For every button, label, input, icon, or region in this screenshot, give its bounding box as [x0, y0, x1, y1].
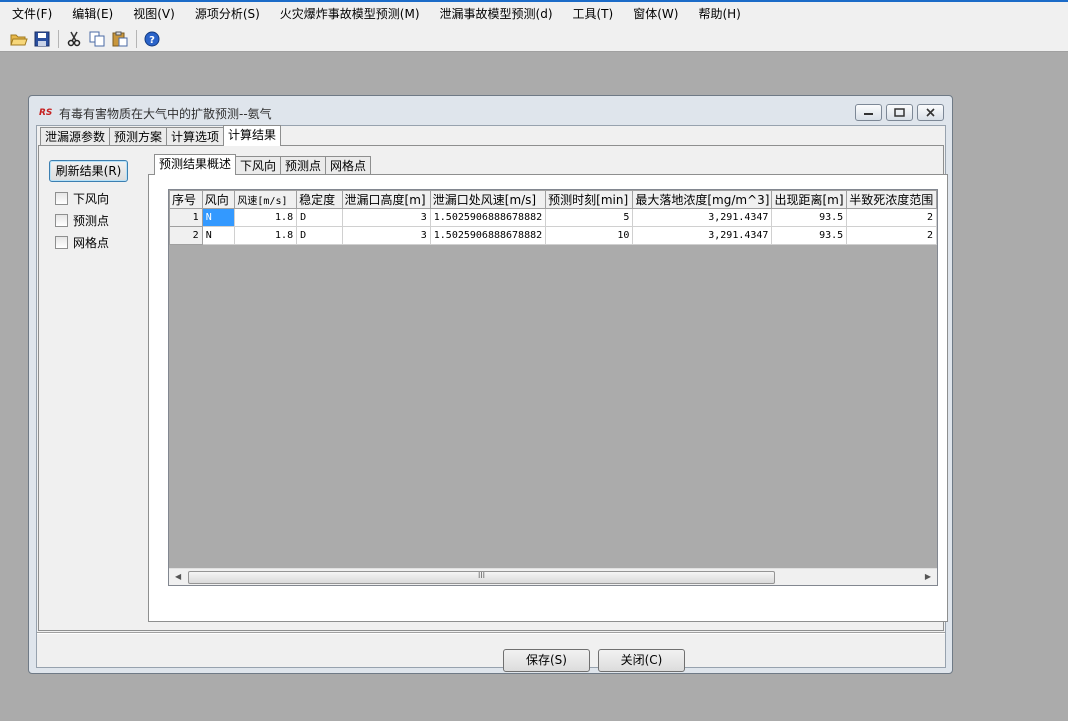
column-header[interactable]: 泄漏口高度[m]	[341, 190, 431, 209]
cell-stability[interactable]: D	[296, 226, 343, 245]
bottom-separator	[37, 632, 945, 634]
checkbox-predict-point[interactable]: 预测点	[55, 212, 109, 228]
tab-results-overview[interactable]: 预测结果概述	[154, 154, 237, 175]
column-header[interactable]: 泄漏口处风速[m/s]	[429, 190, 547, 209]
checkbox-box[interactable]	[55, 191, 68, 205]
save-button[interactable]: 保存(S)	[503, 649, 590, 672]
svg-text:RS: RS	[39, 108, 52, 117]
cell-predict-time[interactable]: 10	[545, 226, 634, 245]
main-tab-strip: 泄漏源参数 预测方案 计算选项 计算结果	[40, 125, 282, 146]
column-header[interactable]: 最大落地浓度[mg/m^3]	[632, 190, 773, 209]
cell-leak-height[interactable]: 3	[341, 226, 431, 245]
save-disk-icon[interactable]	[31, 28, 53, 50]
scrollbar-grip: III	[477, 571, 486, 580]
cell-wind-direction[interactable]: N	[201, 226, 236, 245]
table-row[interactable]: 2 N 1.8 D 3 1.5025906888678882 10 3,291.…	[169, 226, 937, 245]
checkbox-grid-point[interactable]: 网格点	[55, 234, 109, 250]
column-header[interactable]: 风速[m/s]	[234, 190, 298, 209]
cell-wind-speed[interactable]: 1.8	[234, 208, 298, 227]
menu-edit[interactable]: 编辑(E)	[62, 2, 123, 27]
results-grid[interactable]: 序号 风向 风速[m/s] 稳定度 泄漏口高度[m] 泄漏口处风速[m/s] 预…	[168, 189, 938, 586]
column-header[interactable]: 半致死浓度范围	[846, 190, 937, 209]
toolbar: ?	[0, 27, 1068, 52]
window-title: 有毒有害物质在大气中的扩散预测--氨气	[59, 107, 272, 121]
cell-wind-direction[interactable]: N	[201, 208, 236, 227]
menu-tools[interactable]: 工具(T)	[563, 2, 624, 27]
results-table: 序号 风向 风速[m/s] 稳定度 泄漏口高度[m] 泄漏口处风速[m/s] 预…	[169, 190, 937, 245]
tab-calc-options[interactable]: 计算选项	[166, 127, 225, 146]
paste-icon[interactable]	[109, 28, 131, 50]
cell-predict-time[interactable]: 5	[545, 208, 634, 227]
scrollbar-thumb[interactable]: III	[188, 571, 775, 584]
tab-grid-point[interactable]: 网格点	[325, 156, 372, 175]
window-title-bar[interactable]: RS 有毒有害物质在大气中的扩散预测--氨气	[29, 96, 952, 126]
toolbar-separator	[58, 30, 59, 48]
column-header[interactable]: 预测时刻[min]	[545, 190, 634, 209]
cut-scissors-icon[interactable]	[63, 28, 85, 50]
row-number[interactable]: 1	[169, 208, 203, 227]
menu-source-analysis[interactable]: 源项分析(S)	[185, 2, 270, 27]
results-overview-page: 序号 风向 风速[m/s] 稳定度 泄漏口高度[m] 泄漏口处风速[m/s] 预…	[148, 174, 948, 622]
cell-distance[interactable]: 93.5	[771, 226, 848, 245]
cell-max-concentration[interactable]: 3,291.4347	[632, 226, 773, 245]
table-row[interactable]: 1 N 1.8 D 3 1.5025906888678882 5 3,291.4…	[169, 208, 937, 227]
cell-max-concentration[interactable]: 3,291.4347	[632, 208, 773, 227]
menu-file[interactable]: 文件(F)	[0, 2, 62, 27]
menu-fire-explosion[interactable]: 火灾爆炸事故模型预测(M)	[270, 2, 430, 27]
dispersion-prediction-window: RS 有毒有害物质在大气中的扩散预测--氨气 泄漏源参数 预测方案 计算选项 计…	[28, 95, 953, 674]
checkbox-label: 预测点	[73, 213, 110, 228]
table-header-row: 序号 风向 风速[m/s] 稳定度 泄漏口高度[m] 泄漏口处风速[m/s] 预…	[169, 190, 937, 209]
cell-distance[interactable]: 93.5	[771, 208, 848, 227]
column-header[interactable]: 序号	[169, 190, 203, 209]
cell-lc50-range[interactable]: 2	[846, 208, 937, 227]
row-number[interactable]: 2	[169, 226, 203, 245]
toolbar-separator	[136, 30, 137, 48]
help-icon[interactable]: ?	[141, 28, 163, 50]
copy-icon[interactable]	[86, 28, 108, 50]
refresh-results-button[interactable]: 刷新结果(R)	[49, 160, 128, 182]
cell-leak-height[interactable]: 3	[341, 208, 431, 227]
checkbox-box[interactable]	[55, 235, 68, 249]
menu-view[interactable]: 视图(V)	[123, 2, 185, 27]
column-header[interactable]: 出现距离[m]	[771, 190, 848, 209]
column-header[interactable]: 稳定度	[296, 190, 343, 209]
close-button[interactable]: 关闭(C)	[598, 649, 685, 672]
checkbox-downwind[interactable]: 下风向	[55, 190, 109, 206]
svg-text:?: ?	[149, 35, 155, 46]
window-controls	[851, 104, 944, 121]
column-header[interactable]: 风向	[201, 190, 236, 209]
cell-stability[interactable]: D	[296, 208, 343, 227]
tab-predict-point[interactable]: 预测点	[280, 156, 327, 175]
open-folder-icon[interactable]	[8, 28, 30, 50]
restore-button[interactable]	[886, 104, 913, 121]
result-tab-strip: 预测结果概述 下风向 预测点 网格点	[154, 154, 372, 175]
checkbox-box[interactable]	[55, 213, 68, 227]
menu-bar: 文件(F) 编辑(E) 视图(V) 源项分析(S) 火灾爆炸事故模型预测(M) …	[0, 2, 1068, 27]
cell-wind-speed[interactable]: 1.8	[234, 226, 298, 245]
tab-downwind[interactable]: 下风向	[235, 156, 282, 175]
menu-leak-prediction[interactable]: 泄漏事故模型预测(d)	[430, 2, 563, 27]
menu-help[interactable]: 帮助(H)	[688, 2, 750, 27]
checkbox-label: 网格点	[73, 235, 110, 250]
app-logo-icon: RS	[39, 105, 55, 118]
checkbox-label: 下风向	[73, 191, 110, 206]
tab-prediction-plan[interactable]: 预测方案	[109, 127, 168, 146]
scroll-left-arrow-icon[interactable]: ◀	[175, 572, 181, 581]
minimize-button[interactable]	[855, 104, 882, 121]
menu-window[interactable]: 窗体(W)	[623, 2, 688, 27]
tab-leak-source-params[interactable]: 泄漏源参数	[40, 127, 111, 146]
calc-results-page: 刷新结果(R) 下风向 预测点 网格点 预测结果概述 下风向 预测点 网格点 序…	[38, 145, 948, 631]
close-window-button[interactable]	[917, 104, 944, 121]
window-client-area: 泄漏源参数 预测方案 计算选项 计算结果 刷新结果(R) 下风向 预测点 网格点…	[36, 125, 948, 672]
cell-leak-wind-speed[interactable]: 1.5025906888678882	[429, 226, 547, 245]
tab-calc-results[interactable]: 计算结果	[223, 125, 282, 146]
cell-lc50-range[interactable]: 2	[846, 226, 937, 245]
scroll-right-arrow-icon[interactable]: ▶	[925, 572, 931, 581]
horizontal-scrollbar[interactable]: ◀ III ▶	[169, 568, 937, 585]
cell-leak-wind-speed[interactable]: 1.5025906888678882	[429, 208, 547, 227]
